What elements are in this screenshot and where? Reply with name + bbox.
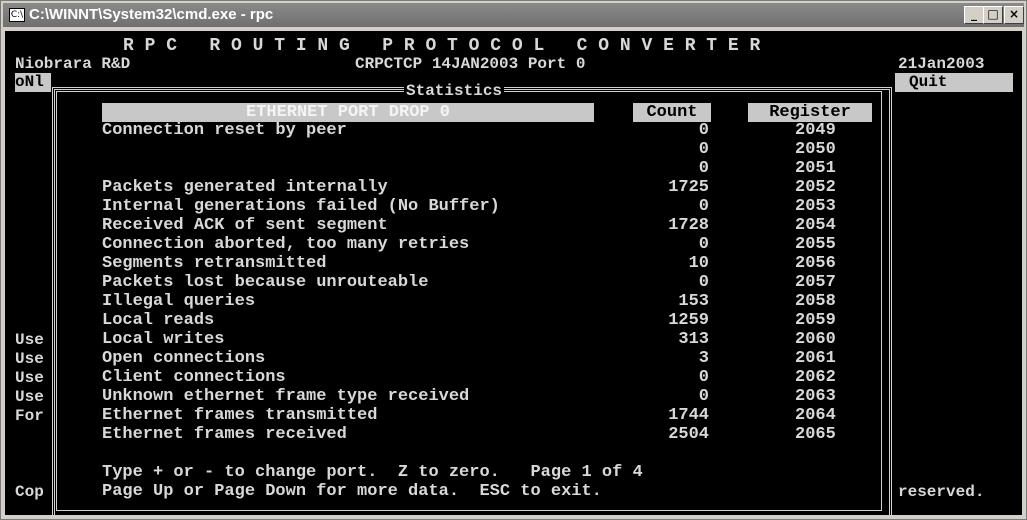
window-title: C:\WINNT\System32\cmd.exe - rpc — [29, 6, 274, 23]
stat-register: 2054 — [795, 216, 836, 235]
stat-register: 2051 — [795, 159, 836, 178]
stat-register: 2052 — [795, 178, 836, 197]
console-area[interactable]: R P C R O U T I N G P R O T O C O L C O … — [5, 31, 1022, 515]
stat-count: 0 — [698, 140, 709, 159]
stat-register: 2062 — [795, 368, 836, 387]
minimize-button[interactable]: _ — [964, 6, 984, 24]
stat-label: Received ACK of sent segment — [102, 216, 388, 235]
stat-count: 0 — [698, 159, 709, 178]
stat-count: 0 — [698, 273, 709, 292]
stat-count: 2504 — [668, 425, 709, 444]
stat-label: Illegal queries — [102, 292, 256, 311]
stat-label: Packets generated internally — [102, 178, 388, 197]
section-header: ETHERNET PORT DROP 0 — [102, 103, 594, 122]
stat-register: 2058 — [795, 292, 836, 311]
stat-count: 3 — [698, 349, 709, 368]
stat-count: 0 — [698, 235, 709, 254]
stat-label: Unknown ethernet frame type received — [102, 387, 470, 406]
stat-count: 1259 — [668, 311, 709, 330]
stat-label: Packets lost because unrouteable — [102, 273, 429, 292]
side-copyright: Cop — [15, 483, 44, 501]
stat-count: 0 — [698, 387, 709, 406]
app-banner: R P C R O U T I N G P R O T O C O L C O … — [123, 36, 761, 56]
help-line-2: Page Up or Page Down for more data. ESC … — [102, 482, 602, 501]
side-item-use-4: Use — [15, 388, 44, 406]
stat-register: 2053 — [795, 197, 836, 216]
console-window: C:\ C:\WINNT\System32\cmd.exe - rpc _ □ … — [0, 0, 1027, 520]
stat-label: Local reads — [102, 311, 215, 330]
stat-register: 2049 — [795, 121, 836, 140]
stat-count: 1744 — [668, 406, 709, 425]
stat-label: Connection reset by peer — [102, 121, 347, 140]
stat-label: Open connections — [102, 349, 266, 368]
maximize-button[interactable]: □ — [983, 6, 1003, 24]
register-column-header: Register — [748, 103, 872, 122]
stat-label: Local writes — [102, 330, 225, 349]
help-line-1: Type + or - to change port. Z to zero. P… — [102, 463, 643, 482]
side-item-for: For — [15, 407, 44, 425]
stat-count: 313 — [678, 330, 709, 349]
version-info: CRPCTCP 14JAN2003 Port 0 — [355, 55, 586, 73]
stat-register: 2056 — [795, 254, 836, 273]
stat-label: Ethernet frames received — [102, 425, 347, 444]
statistics-title: Statistics — [404, 82, 505, 100]
stat-count: 10 — [688, 254, 709, 273]
stat-register: 2050 — [795, 140, 836, 159]
stat-register: 2063 — [795, 387, 836, 406]
company-name: Niobrara R&D — [15, 55, 131, 73]
stat-register: 2057 — [795, 273, 836, 292]
stat-register: 2060 — [795, 330, 836, 349]
stat-count: 0 — [698, 197, 709, 216]
side-item-use-2: Use — [15, 350, 44, 368]
date-display: 21Jan2003 — [898, 55, 985, 73]
stat-count: 153 — [678, 292, 709, 311]
stat-label: Ethernet frames transmitted — [102, 406, 378, 425]
menu-quit[interactable]: Quit — [895, 73, 1013, 92]
stat-register: 2059 — [795, 311, 836, 330]
stat-label: Client connections — [102, 368, 286, 387]
stat-register: 2061 — [795, 349, 836, 368]
stat-label: Segments retransmitted — [102, 254, 327, 273]
stat-count: 0 — [698, 368, 709, 387]
menu-online[interactable]: oNl — [15, 73, 51, 92]
stat-register: 2065 — [795, 425, 836, 444]
count-column-header: Count — [633, 103, 711, 122]
stat-register: 2055 — [795, 235, 836, 254]
stat-count: 1728 — [668, 216, 709, 235]
side-item-use-1: Use — [15, 331, 44, 349]
side-item-use-3: Use — [15, 369, 44, 387]
close-button[interactable]: × — [1004, 6, 1024, 24]
console-icon[interactable]: C:\ — [9, 8, 25, 22]
stat-count: 1725 — [668, 178, 709, 197]
stat-label: Internal generations failed (No Buffer) — [102, 197, 500, 216]
stat-label: Connection aborted, too many retries — [102, 235, 470, 254]
stat-register: 2064 — [795, 406, 836, 425]
side-reserved: reserved. — [898, 483, 985, 501]
title-bar[interactable]: C:\ C:\WINNT\System32\cmd.exe - rpc _ □ … — [3, 3, 1024, 27]
stat-count: 0 — [698, 121, 709, 140]
